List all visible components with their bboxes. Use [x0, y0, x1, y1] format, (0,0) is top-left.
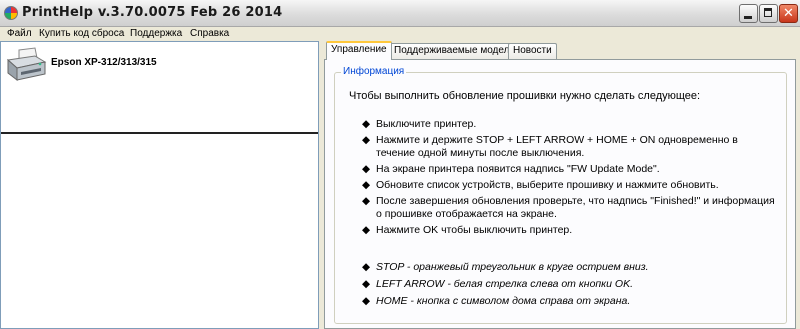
device-item[interactable]: Epson XP-312/313/315 [1, 42, 318, 90]
list-item: ◆ LEFT ARROW - белая стрелка слева от кно… [362, 278, 777, 291]
bullet-icon: ◆ [362, 224, 371, 236]
bullet-icon: ◆ [362, 179, 371, 191]
step-text: Выключите принтер. [376, 118, 477, 130]
tab-panel: Информация Чтобы выполнить обновление пр… [324, 59, 796, 329]
list-item: ◆ На экране принтера появится надпись "FW… [362, 163, 777, 176]
list-item: ◆ Нажмите OK чтобы выключить принтер. [362, 224, 777, 237]
bullet-icon: ◆ [362, 118, 371, 130]
step-text: Нажмите OK чтобы выключить принтер. [376, 224, 573, 236]
pane-divider [1, 90, 318, 134]
list-item: ◆ HOME - кнопка с символом дома справа от… [362, 295, 777, 308]
bullet-icon: ◆ [362, 195, 371, 207]
app-icon [4, 6, 18, 20]
menu-help[interactable]: Справка [190, 27, 229, 41]
notes-list: ◆ STOP - оранжевый треугольник в круге ос… [362, 261, 777, 312]
menu-buy-reset-code[interactable]: Купить код сброса [39, 27, 124, 41]
bullet-icon: ◆ [362, 278, 371, 290]
step-text: После завершения обновления проверьте, ч… [376, 195, 775, 220]
menu-bar: Файл Купить код сброса Поддержка Справка [0, 27, 800, 41]
window-title: PrintHelp v.3.70.0075 Feb 26 2014 [22, 5, 283, 20]
device-list[interactable]: Epson XP-312/313/315 [0, 41, 319, 329]
close-button[interactable]: ✕ [779, 4, 798, 23]
bullet-icon: ◆ [362, 163, 371, 175]
close-icon: ✕ [783, 6, 794, 21]
note-text: LEFT ARROW - белая стрелка слева от кноп… [376, 278, 633, 290]
info-groupbox: Информация Чтобы выполнить обновление пр… [334, 66, 787, 324]
maximize-icon [764, 8, 772, 17]
groupbox-title: Информация [341, 66, 407, 77]
title-bar: PrintHelp v.3.70.0075 Feb 26 2014 ✕ [0, 0, 800, 27]
menu-file[interactable]: Файл [7, 27, 32, 41]
list-item: ◆ Выключите принтер. [362, 118, 777, 131]
list-item: ◆ Обновите список устройств, выберите про… [362, 179, 777, 192]
printer-icon [6, 47, 47, 82]
device-label: Epson XP-312/313/315 [51, 57, 157, 68]
minimize-icon [744, 16, 752, 19]
tab-management[interactable]: Управление [326, 41, 392, 60]
bullet-icon: ◆ [362, 295, 371, 307]
steps-list: ◆ Выключите принтер. ◆ Нажмите и держите S… [362, 118, 777, 240]
tab-news[interactable]: Новости [508, 43, 557, 59]
list-item: ◆ Нажмите и держите STOP + LEFT ARROW + H… [362, 134, 777, 160]
intro-text: Чтобы выполнить обновление прошивки нужн… [349, 90, 701, 102]
note-text: STOP - оранжевый треугольник в круге ост… [376, 261, 649, 273]
list-item: ◆ После завершения обновления проверьте, … [362, 195, 777, 221]
step-text: Нажмите и держите STOP + LEFT ARROW + HO… [376, 134, 738, 159]
step-text: На экране принтера появится надпись "FW … [376, 163, 660, 175]
tab-supported-models[interactable]: Поддерживаемые модели [389, 43, 521, 59]
bullet-icon: ◆ [362, 134, 371, 146]
note-text: HOME - кнопка с символом дома справа от … [376, 295, 631, 307]
list-item: ◆ STOP - оранжевый треугольник в круге ос… [362, 261, 777, 274]
maximize-button[interactable] [759, 4, 778, 23]
step-text: Обновите список устройств, выберите прош… [376, 179, 719, 191]
minimize-button[interactable] [739, 4, 758, 23]
bullet-icon: ◆ [362, 261, 371, 273]
menu-support[interactable]: Поддержка [130, 27, 182, 41]
